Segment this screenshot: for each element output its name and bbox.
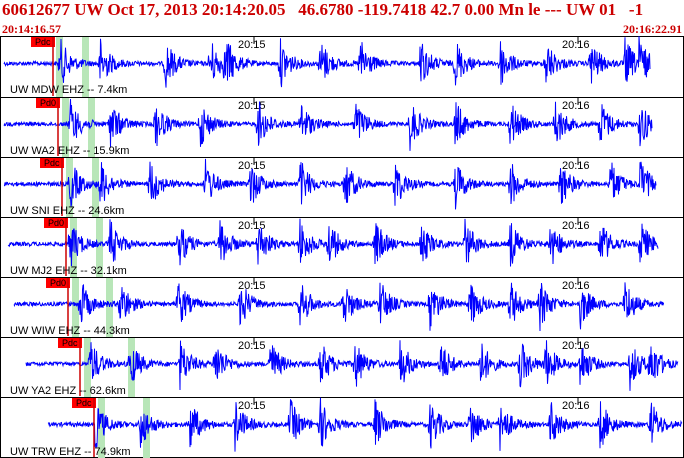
minute-tick-label: 20:16 bbox=[562, 400, 590, 412]
station-label: UW SNI EHZ -- 24.6km bbox=[10, 205, 124, 217]
station-label: UW MJ2 EHZ -- 32.1km bbox=[10, 265, 127, 277]
minute-tick-label: 20:15 bbox=[238, 400, 266, 412]
seismogram-panel: 20:15 20:16PdcUW MDW EHZ -- 7.4km20:15 20:… bbox=[0, 36, 684, 458]
minute-tick-label: 20:16 bbox=[562, 39, 590, 51]
minute-tick-label: 20:15 bbox=[238, 100, 266, 112]
pick-label: Pdc bbox=[44, 158, 60, 168]
minute-tick-label: 20:16 bbox=[562, 280, 590, 292]
station-label: UW TRW EHZ -- 74.9km bbox=[10, 446, 131, 458]
pick-label: Pdc bbox=[62, 338, 78, 348]
station-label: UW WA2 EHZ -- 15.9km bbox=[10, 145, 129, 157]
minute-tick-label: 20:16 bbox=[562, 220, 590, 232]
channel-panel: 20:15 20:16 Pdc UW YA2 EHZ -- 62.6km bbox=[0, 337, 684, 397]
minute-tick-label: 20:15 bbox=[238, 340, 266, 352]
pick-label: Pdc bbox=[35, 37, 51, 47]
waveform-trace bbox=[7, 218, 659, 267]
pick-label: Pd0 bbox=[40, 98, 56, 108]
pick-label: Pdc bbox=[76, 398, 92, 408]
station-label: UW WIW EHZ -- 44.3km bbox=[10, 325, 130, 337]
channel-panel: 20:15 20:16Pd0UW MJ2 EHZ -- 32.1km bbox=[0, 217, 684, 277]
waveform-trace bbox=[3, 158, 657, 210]
pick-label: Pd0 bbox=[48, 218, 64, 228]
minute-tick-label: 20:16 bbox=[562, 100, 590, 112]
minute-tick-label: 20:16 bbox=[562, 160, 590, 172]
channel-panel: 20:15 20:16 Pd0 UW WIW EHZ -- 44.3km bbox=[0, 277, 684, 337]
minute-tick-label: 20:16 bbox=[562, 340, 590, 352]
minute-tick-label: 20:15 bbox=[238, 280, 266, 292]
channel-panel: 20:15 20:16 Pd0 UW WA2 EHZ -- 15.9km bbox=[0, 97, 684, 157]
station-label: UW YA2 EHZ -- 62.6km bbox=[10, 385, 126, 397]
channel-panel: 20:15 20:16 Pdc UW MDW EHZ -- 7.4km bbox=[3, 36, 651, 97]
channel-panel: 20:15 20:16 Pdc UW TRW EHZ -- 74.9km bbox=[0, 397, 684, 458]
channel-panel: 20:15 20:16PdcUW SNI EHZ -- 24.6km bbox=[0, 157, 684, 217]
pick-label: Pd0 bbox=[50, 278, 66, 288]
minute-tick-label: 20:15 bbox=[238, 39, 266, 51]
waveform-trace bbox=[3, 98, 653, 151]
waveform-trace bbox=[3, 36, 651, 88]
station-label: UW MDW EHZ -- 7.4km bbox=[10, 84, 127, 96]
